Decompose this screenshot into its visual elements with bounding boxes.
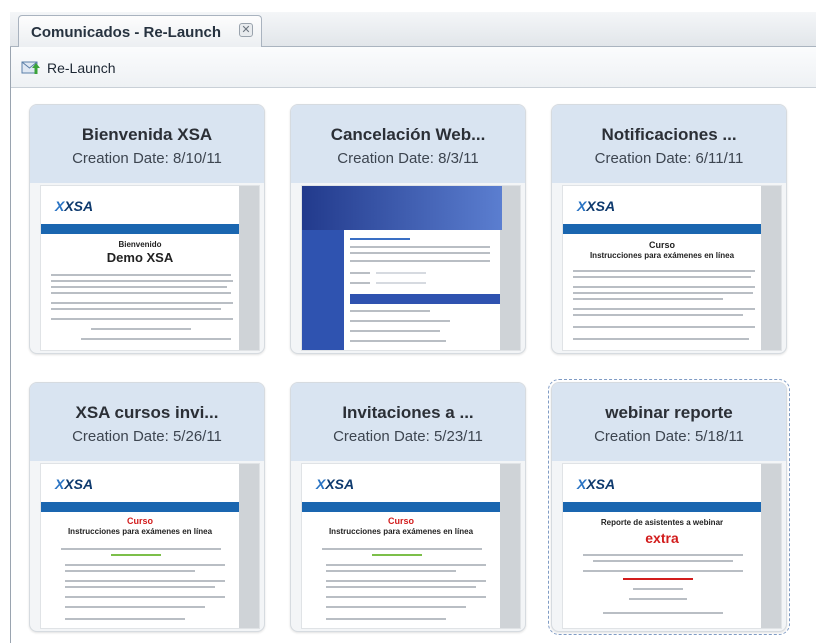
email-thumbnail[interactable]: XXSA Curso Instrucciones para exámenes e… (40, 463, 260, 629)
thumb-subheading: Instrucciones para exámenes en línea (589, 251, 735, 260)
card-title: webinar reporte (605, 403, 733, 422)
email-thumbnail[interactable]: XXSA Bienvenido Demo XSA (40, 185, 260, 351)
card-header: Cancelación Web... Creation Date: 8/3/11 (291, 105, 525, 183)
card-date: Creation Date: 5/18/11 (594, 428, 744, 445)
card-date: Creation Date: 6/11/11 (594, 150, 744, 167)
xsa-logo-icon: XXSA (316, 476, 355, 492)
xsa-logo-icon: XXSA (577, 476, 616, 492)
card-header: Bienvenida XSA Creation Date: 8/10/11 (30, 105, 264, 183)
thumb-heading: Reporte de asistentes a webinar (600, 518, 724, 527)
campaign-card-bienvenida[interactable]: Bienvenida XSA Creation Date: 8/10/11 XX… (29, 104, 265, 354)
xsa-logo-icon: XXSA (55, 198, 94, 214)
campaign-card-xsa-cursos[interactable]: XSA cursos invi... Creation Date: 5/26/1… (29, 382, 265, 632)
card-grid: Bienvenida XSA Creation Date: 8/10/11 XX… (11, 88, 816, 643)
card-title: Notificaciones ... (601, 125, 737, 144)
thumb-subheading: Instrucciones para exámenes en línea (328, 527, 474, 536)
thumb-heading: Curso (126, 516, 153, 526)
campaign-card-cancelacion[interactable]: Cancelación Web... Creation Date: 8/3/11 (290, 104, 526, 354)
thumb-subheading: Instrucciones para exámenes en línea (67, 527, 213, 536)
thumb-heading: Curso (648, 240, 675, 250)
card-date: Creation Date: 5/26/11 (72, 428, 222, 445)
card-title: Cancelación Web... (330, 125, 486, 144)
card-date: Creation Date: 5/23/11 (333, 428, 483, 445)
email-thumbnail[interactable]: XXSA Reporte de asistentes a webinar ext… (562, 463, 782, 629)
campaign-card-invitaciones[interactable]: Invitaciones a ... Creation Date: 5/23/1… (290, 382, 526, 632)
card-header: XSA cursos invi... Creation Date: 5/26/1… (30, 383, 264, 461)
campaign-card-notificaciones[interactable]: Notificaciones ... Creation Date: 6/11/1… (551, 104, 787, 354)
close-icon[interactable]: ✕ (239, 23, 253, 37)
campaign-card-webinar[interactable]: webinar reporte Creation Date: 5/18/11 X… (548, 379, 790, 635)
thumb-heading: Bienvenido (118, 240, 162, 249)
card-date: Creation Date: 8/3/11 (337, 150, 479, 167)
email-thumbnail[interactable] (301, 185, 521, 351)
thumb-subheading: Demo XSA (106, 250, 174, 265)
card-header: Notificaciones ... Creation Date: 6/11/1… (552, 105, 786, 183)
card-title: Bienvenida XSA (81, 125, 213, 144)
thumb-heading: Curso (387, 516, 414, 526)
app-frame: Comunicados - Re-Launch ✕ Re-Launch Bien… (0, 0, 816, 643)
email-thumbnail[interactable]: XXSA Curso Instrucciones para exámenes e… (301, 463, 521, 629)
relaunch-button[interactable]: Re-Launch (21, 57, 116, 79)
email-thumbnail[interactable]: XXSA Curso Instrucciones para exámenes e… (562, 185, 782, 351)
card-header: webinar reporte Creation Date: 5/18/11 (552, 383, 786, 461)
xsa-logo-icon: XXSA (577, 198, 616, 214)
thumb-subheading: extra (645, 530, 679, 546)
relaunch-label: Re-Launch (47, 60, 116, 76)
tab-comunicados[interactable]: Comunicados - Re-Launch ✕ (18, 15, 262, 47)
card-date: Creation Date: 8/10/11 (72, 150, 222, 167)
xsa-logo-icon: XXSA (55, 476, 94, 492)
mail-send-icon (21, 61, 40, 74)
toolbar: Re-Launch (11, 47, 816, 88)
tab-title: Comunicados - Re-Launch (31, 24, 222, 41)
card-header: Invitaciones a ... Creation Date: 5/23/1… (291, 383, 525, 461)
card-title: Invitaciones a ... (342, 403, 474, 422)
card-title: XSA cursos invi... (75, 403, 219, 422)
